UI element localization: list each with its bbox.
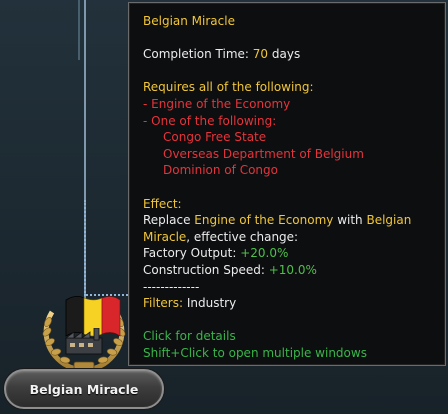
focus-tooltip: Belgian Miracle Completion Time: 70 days… [128,2,446,366]
filters-line: Filters: Industry [143,295,431,312]
effect-new-focus: Miracle [143,229,187,244]
tooltip-title: Belgian Miracle [143,14,235,28]
completion-time: Completion Time: 70 days [143,46,431,63]
requirement-option: Congo Free State [163,130,267,145]
modifier-label: Factory Output: [143,246,241,261]
focus-icon-belgian-miracle[interactable] [34,294,134,374]
completion-time-unit: days [268,47,301,62]
hint-click-details: Click for details [143,329,236,344]
modifier-value: +20.0% [240,246,289,261]
effect-line: Replace Engine of the Economy with Belgi… [143,212,431,229]
requirement-item: - One of the following: [143,113,277,128]
focus-name-plate[interactable]: Belgian Miracle [4,369,164,409]
filters-label: Filters: [143,296,184,311]
requirement-option: Dominion of Congo [163,163,278,178]
modifier-label: Construction Speed: [143,262,269,277]
separator: ------------- [143,279,200,294]
hint-shift-click: Shift+Click to open multiple windows [143,345,367,360]
effect-text: Replace [143,213,195,228]
effect-line: Miracle, effective change: [143,229,431,246]
effect-header: Effect: [143,196,182,211]
effect-text: with [333,213,367,228]
filters-value: Industry [183,296,237,311]
modifier-value: +10.0% [268,262,317,277]
modifier-construction-speed: Construction Speed: +10.0% [143,262,431,279]
requires-header: Requires all of the following: [143,80,314,95]
modifier-factory-output: Factory Output: +20.0% [143,245,431,262]
focus-name-label: Belgian Miracle [29,381,139,397]
effect-text: , effective change: [186,229,299,244]
factory-icon [64,328,103,355]
completion-time-value: 70 [252,47,269,62]
requirement-option: Overseas Department of Belgium [163,146,364,161]
completion-time-label: Completion Time: [143,47,253,62]
effect-old-focus: Engine of the Economy [194,213,334,228]
focus-tree-line [78,0,80,60]
focus-connector-dotted [84,200,86,296]
effect-new-focus: Belgian [366,213,412,228]
requirement-item: - Engine of the Economy [143,96,291,111]
